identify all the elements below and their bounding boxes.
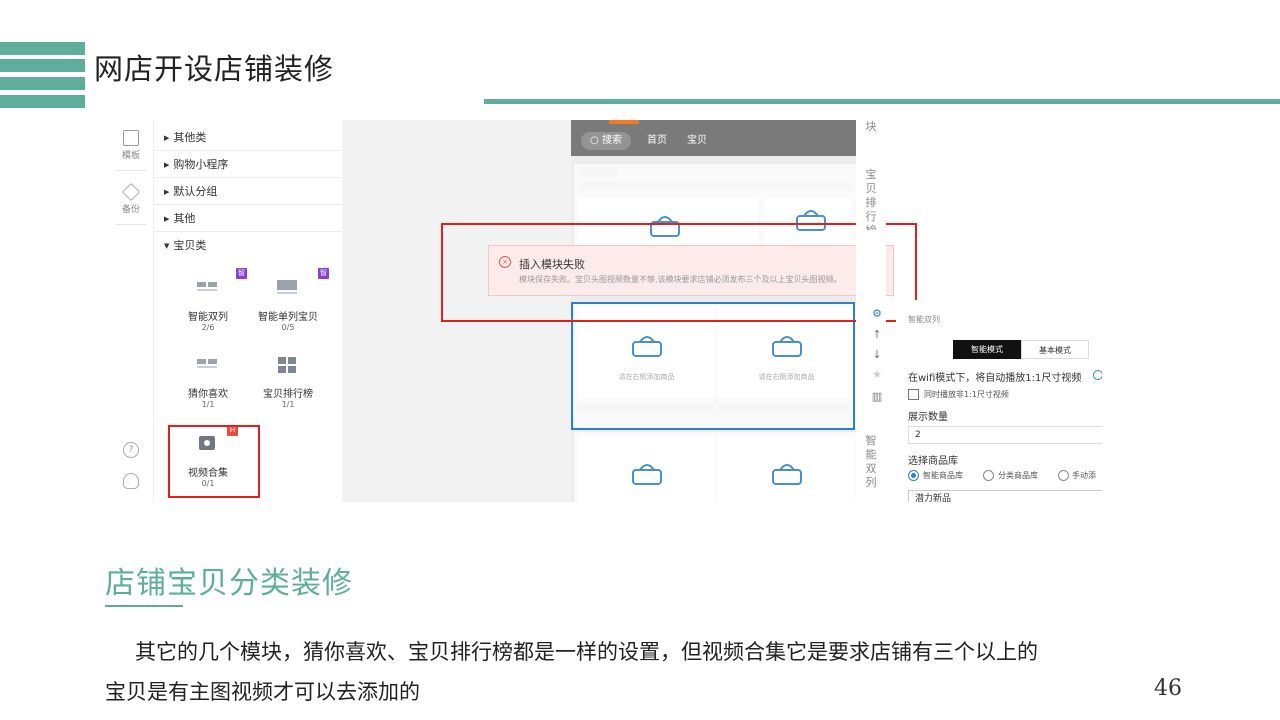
category-mini-program[interactable]: ▶ 购物小程序 <box>154 151 343 178</box>
mode-basic-tab[interactable]: 基本模式 <box>1021 340 1089 359</box>
ranking-grid-icon <box>277 357 299 373</box>
caret-right-icon: ▶ <box>164 161 170 169</box>
radio-category-library-label: 分类商品库 <box>998 471 1038 480</box>
mode-smart-tab[interactable]: 智能模式 <box>953 340 1021 359</box>
side-label-double: 智能双列 <box>865 434 877 489</box>
search-icon: ○ <box>590 135 599 146</box>
header-bar-3 <box>0 77 85 90</box>
caret-right-icon: ▶ <box>164 215 170 223</box>
category-other[interactable]: ▶ 其他 <box>154 205 343 232</box>
category-other-types[interactable]: ▶ 其他类 <box>154 124 343 151</box>
library-select[interactable]: 潜力新品 <box>908 490 1102 502</box>
rail-divider <box>116 224 146 225</box>
module-name: 宝贝排行榜 <box>263 389 313 400</box>
caret-right-icon: ▶ <box>164 134 170 142</box>
paragraph-line-1: 其它的几个模块，猜你喜欢、宝贝排行榜都是一样的设置，但视频合集它是要求店铺有三个… <box>135 640 1038 664</box>
header-bar-4 <box>0 95 85 108</box>
template-icon <box>123 130 139 146</box>
module-count: 2/6 <box>201 323 215 332</box>
single-list-icon <box>277 280 299 296</box>
sync-play-checkbox[interactable] <box>908 389 919 400</box>
rail-backup-label: 备份 <box>121 205 140 215</box>
module-guess-you-like[interactable]: 猜你喜欢 1/1 <box>166 357 250 410</box>
search-button[interactable]: ○ 搜索 <box>581 132 631 150</box>
sync-play-label: 同时播放非1:1尺寸视频 <box>924 390 1009 399</box>
guess-grid-icon <box>197 357 219 373</box>
shopping-bag-icon <box>632 464 662 485</box>
rail-backup[interactable]: 备份 <box>110 182 152 215</box>
module-smart-double[interactable]: 智 智能双列 2/6 <box>166 268 250 333</box>
module-smart-single[interactable]: 智 智能单列宝贝 0/5 <box>246 268 330 333</box>
arrow-up-icon[interactable]: ↑ <box>869 327 885 343</box>
module-name: 猜你喜欢 <box>188 389 228 400</box>
trash-icon[interactable]: ▥ <box>869 389 885 405</box>
star-icon[interactable]: ★ <box>869 367 885 383</box>
shopping-bag-icon <box>772 464 802 485</box>
radio-manual-library-label: 手动添 <box>1072 471 1096 480</box>
rail-template[interactable]: 模板 <box>110 130 152 161</box>
side-label-top: 块 <box>865 120 877 133</box>
module-ranking[interactable]: 宝贝排行榜 1/1 <box>246 357 330 410</box>
title-underline <box>484 99 1280 104</box>
side-label-ranking: 宝贝排行榜 <box>865 168 877 230</box>
caret-right-icon: ▶ <box>164 188 170 196</box>
body-paragraph: 其它的几个模块，猜你喜欢、宝贝排行榜都是一样的设置，但视频合集它是要求店铺有三个… <box>105 632 1180 712</box>
annotation-box-toast <box>441 223 917 322</box>
slide-title: 网店开设店铺装修 <box>94 52 335 86</box>
left-rail: 模板 备份 ? <box>110 120 152 502</box>
editor-screenshot: 模板 备份 ? ▶ 其他类 ▶ 购物小程序 ▶ 默认分组 ▶ 其他 ▼ 宝贝类 智 智能双… <box>110 120 1102 502</box>
module-count: 1/1 <box>281 400 295 409</box>
layers-icon <box>121 182 141 202</box>
nav-home[interactable]: 首页 <box>647 132 667 150</box>
module-name: 智能双列 <box>188 312 228 323</box>
rail-divider <box>116 170 146 171</box>
count-input[interactable]: 2 <box>908 426 1102 444</box>
headset-icon[interactable] <box>123 473 139 489</box>
shop-logo <box>609 120 639 124</box>
nav-items[interactable]: 宝贝 <box>687 132 707 150</box>
module-count: 1/1 <box>201 400 215 409</box>
category-default-group[interactable]: ▶ 默认分组 <box>154 178 343 205</box>
section-underline <box>105 605 183 607</box>
module-name: 智能单列宝贝 <box>258 312 318 323</box>
gear-icon[interactable]: ⚙ <box>869 306 885 322</box>
module-card[interactable] <box>574 432 856 502</box>
smart-badge: 智 <box>318 268 329 279</box>
radio-category-library[interactable] <box>983 470 994 481</box>
count-label: 展示数量 <box>908 412 948 423</box>
radio-manual-library[interactable] <box>1058 470 1069 481</box>
wifi-autoplay-text: 在wifi模式下，将自动播放1:1尺寸视频 <box>908 373 1082 384</box>
header-bar-2 <box>0 59 85 72</box>
arrow-down-icon[interactable]: ↓ <box>869 347 885 363</box>
caret-down-icon: ▼ <box>164 242 170 250</box>
shop-header: ○ 搜索 首页 宝贝 <box>571 120 856 156</box>
header-bar-1 <box>0 42 85 55</box>
rail-template-label: 模板 <box>121 151 140 161</box>
library-label: 选择商品库 <box>908 456 958 467</box>
settings-panel: 智能双列 智能模式 基本模式 在wifi模式下，将自动播放1:1尺寸视频 同时播… <box>896 300 1102 502</box>
double-grid-icon <box>197 280 219 296</box>
info-icon <box>1093 370 1102 380</box>
page-number: 46 <box>1154 676 1182 701</box>
smart-badge: 智 <box>236 268 247 279</box>
question-icon[interactable]: ? <box>123 442 139 458</box>
annotation-box-video <box>168 425 260 498</box>
product-slot[interactable] <box>578 436 715 502</box>
section-title: 店铺宝贝分类装修 <box>105 566 353 601</box>
settings-module-name: 智能双列 <box>908 315 940 324</box>
module-count: 0/5 <box>281 323 295 332</box>
product-slot[interactable] <box>718 436 855 502</box>
radio-smart-library-label: 智能商品库 <box>923 471 963 480</box>
paragraph-line-2: 宝贝是有主图视频才可以去添加的 <box>105 680 420 704</box>
radio-smart-library[interactable] <box>908 470 919 481</box>
category-items[interactable]: ▼ 宝贝类 <box>154 232 343 259</box>
